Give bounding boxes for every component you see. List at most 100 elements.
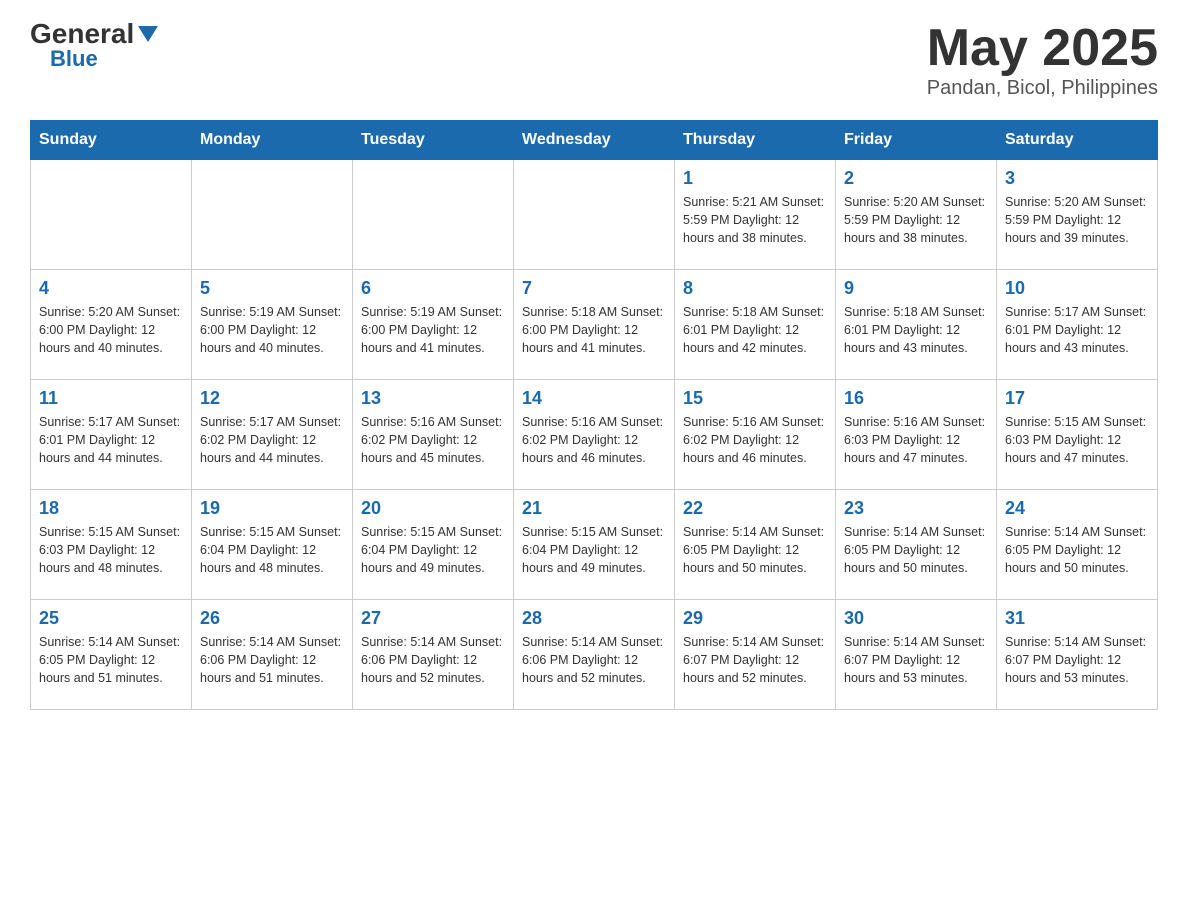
calendar-cell xyxy=(192,160,353,270)
day-info: Sunrise: 5:18 AM Sunset: 6:01 PM Dayligh… xyxy=(844,303,988,357)
day-info: Sunrise: 5:18 AM Sunset: 6:01 PM Dayligh… xyxy=(683,303,827,357)
day-number: 13 xyxy=(361,388,505,409)
day-number: 25 xyxy=(39,608,183,629)
day-info: Sunrise: 5:16 AM Sunset: 6:02 PM Dayligh… xyxy=(522,413,666,467)
calendar-table: SundayMondayTuesdayWednesdayThursdayFrid… xyxy=(30,120,1158,710)
calendar-cell: 20 Sunrise: 5:15 AM Sunset: 6:04 PM Dayli… xyxy=(353,490,514,600)
calendar-cell xyxy=(31,160,192,270)
day-number: 31 xyxy=(1005,608,1149,629)
day-number: 8 xyxy=(683,278,827,299)
calendar-cell: 23 Sunrise: 5:14 AM Sunset: 6:05 PM Dayli… xyxy=(836,490,997,600)
calendar-cell: 28Sunrise: 5:14 AM Sunset: 6:06 PM Dayli… xyxy=(514,600,675,710)
calendar-cell: 21Sunrise: 5:15 AM Sunset: 6:04 PM Dayli… xyxy=(514,490,675,600)
calendar-cell: 9 Sunrise: 5:18 AM Sunset: 6:01 PM Daylig… xyxy=(836,270,997,380)
calendar-cell: 13 Sunrise: 5:16 AM Sunset: 6:02 PM Dayli… xyxy=(353,380,514,490)
day-number: 22 xyxy=(683,498,827,519)
calendar-cell: 12 Sunrise: 5:17 AM Sunset: 6:02 PM Dayli… xyxy=(192,380,353,490)
day-number: 16 xyxy=(844,388,988,409)
day-info: Sunrise: 5:14 AM Sunset: 6:07 PM Dayligh… xyxy=(683,633,827,687)
day-number: 11 xyxy=(39,388,183,409)
day-info: Sunrise: 5:14 AM Sunset: 6:05 PM Dayligh… xyxy=(844,523,988,577)
day-number: 21 xyxy=(522,498,666,519)
calendar-week-row: 18 Sunrise: 5:15 AM Sunset: 6:03 PM Dayli… xyxy=(31,490,1158,600)
day-number: 19 xyxy=(200,498,344,519)
day-number: 3 xyxy=(1005,168,1149,189)
day-info: Sunrise: 5:20 AM Sunset: 6:00 PM Dayligh… xyxy=(39,303,183,357)
calendar-cell: 18 Sunrise: 5:15 AM Sunset: 6:03 PM Dayli… xyxy=(31,490,192,600)
day-info: Sunrise: 5:18 AM Sunset: 6:00 PM Dayligh… xyxy=(522,303,666,357)
logo-triangle-icon xyxy=(138,26,158,42)
day-info: Sunrise: 5:14 AM Sunset: 6:07 PM Dayligh… xyxy=(844,633,988,687)
day-number: 14 xyxy=(522,388,666,409)
day-info: Sunrise: 5:15 AM Sunset: 6:04 PM Dayligh… xyxy=(361,523,505,577)
logo: General Blue xyxy=(30,20,158,70)
calendar-cell: 16Sunrise: 5:16 AM Sunset: 6:03 PM Dayli… xyxy=(836,380,997,490)
day-number: 7 xyxy=(522,278,666,299)
day-of-week-header: Thursday xyxy=(675,121,836,160)
calendar-cell: 3Sunrise: 5:20 AM Sunset: 5:59 PM Daylig… xyxy=(997,160,1158,270)
day-number: 5 xyxy=(200,278,344,299)
day-number: 23 xyxy=(844,498,988,519)
day-info: Sunrise: 5:17 AM Sunset: 6:01 PM Dayligh… xyxy=(1005,303,1149,357)
day-number: 12 xyxy=(200,388,344,409)
calendar-cell: 29Sunrise: 5:14 AM Sunset: 6:07 PM Dayli… xyxy=(675,600,836,710)
calendar-cell: 26 Sunrise: 5:14 AM Sunset: 6:06 PM Dayli… xyxy=(192,600,353,710)
day-info: Sunrise: 5:14 AM Sunset: 6:06 PM Dayligh… xyxy=(361,633,505,687)
calendar-cell: 7 Sunrise: 5:18 AM Sunset: 6:00 PM Daylig… xyxy=(514,270,675,380)
day-number: 17 xyxy=(1005,388,1149,409)
calendar-week-row: 4Sunrise: 5:20 AM Sunset: 6:00 PM Daylig… xyxy=(31,270,1158,380)
day-info: Sunrise: 5:15 AM Sunset: 6:04 PM Dayligh… xyxy=(200,523,344,577)
day-info: Sunrise: 5:19 AM Sunset: 6:00 PM Dayligh… xyxy=(361,303,505,357)
calendar-cell: 5 Sunrise: 5:19 AM Sunset: 6:00 PM Daylig… xyxy=(192,270,353,380)
calendar-cell: 30 Sunrise: 5:14 AM Sunset: 6:07 PM Dayli… xyxy=(836,600,997,710)
calendar-cell: 17 Sunrise: 5:15 AM Sunset: 6:03 PM Dayli… xyxy=(997,380,1158,490)
day-number: 1 xyxy=(683,168,827,189)
day-number: 18 xyxy=(39,498,183,519)
calendar-cell: 4Sunrise: 5:20 AM Sunset: 6:00 PM Daylig… xyxy=(31,270,192,380)
day-info: Sunrise: 5:14 AM Sunset: 6:05 PM Dayligh… xyxy=(683,523,827,577)
day-info: Sunrise: 5:14 AM Sunset: 6:06 PM Dayligh… xyxy=(522,633,666,687)
calendar-cell: 1 Sunrise: 5:21 AM Sunset: 5:59 PM Daylig… xyxy=(675,160,836,270)
calendar-cell: 2 Sunrise: 5:20 AM Sunset: 5:59 PM Daylig… xyxy=(836,160,997,270)
calendar-header-row: SundayMondayTuesdayWednesdayThursdayFrid… xyxy=(31,121,1158,160)
day-of-week-header: Tuesday xyxy=(353,121,514,160)
calendar-cell xyxy=(353,160,514,270)
day-info: Sunrise: 5:20 AM Sunset: 5:59 PM Dayligh… xyxy=(844,193,988,247)
day-info: Sunrise: 5:16 AM Sunset: 6:02 PM Dayligh… xyxy=(361,413,505,467)
day-number: 30 xyxy=(844,608,988,629)
day-number: 9 xyxy=(844,278,988,299)
calendar-cell xyxy=(514,160,675,270)
calendar-cell: 15Sunrise: 5:16 AM Sunset: 6:02 PM Dayli… xyxy=(675,380,836,490)
day-info: Sunrise: 5:15 AM Sunset: 6:03 PM Dayligh… xyxy=(1005,413,1149,467)
page-header: General Blue May 2025 Pandan, Bicol, Phi… xyxy=(30,20,1158,100)
calendar-cell: 8 Sunrise: 5:18 AM Sunset: 6:01 PM Daylig… xyxy=(675,270,836,380)
day-number: 20 xyxy=(361,498,505,519)
calendar-cell: 27Sunrise: 5:14 AM Sunset: 6:06 PM Dayli… xyxy=(353,600,514,710)
day-of-week-header: Monday xyxy=(192,121,353,160)
day-info: Sunrise: 5:14 AM Sunset: 6:06 PM Dayligh… xyxy=(200,633,344,687)
calendar-week-row: 11 Sunrise: 5:17 AM Sunset: 6:01 PM Dayli… xyxy=(31,380,1158,490)
title-block: May 2025 Pandan, Bicol, Philippines xyxy=(927,20,1158,100)
calendar-week-row: 1 Sunrise: 5:21 AM Sunset: 5:59 PM Daylig… xyxy=(31,160,1158,270)
day-info: Sunrise: 5:14 AM Sunset: 6:05 PM Dayligh… xyxy=(1005,523,1149,577)
day-number: 2 xyxy=(844,168,988,189)
day-of-week-header: Sunday xyxy=(31,121,192,160)
day-info: Sunrise: 5:15 AM Sunset: 6:03 PM Dayligh… xyxy=(39,523,183,577)
calendar-cell: 25Sunrise: 5:14 AM Sunset: 6:05 PM Dayli… xyxy=(31,600,192,710)
day-info: Sunrise: 5:21 AM Sunset: 5:59 PM Dayligh… xyxy=(683,193,827,247)
day-number: 24 xyxy=(1005,498,1149,519)
day-info: Sunrise: 5:14 AM Sunset: 6:07 PM Dayligh… xyxy=(1005,633,1149,687)
day-info: Sunrise: 5:19 AM Sunset: 6:00 PM Dayligh… xyxy=(200,303,344,357)
location-subtitle: Pandan, Bicol, Philippines xyxy=(927,77,1158,100)
logo-blue-text: Blue xyxy=(50,48,98,70)
day-info: Sunrise: 5:17 AM Sunset: 6:01 PM Dayligh… xyxy=(39,413,183,467)
day-info: Sunrise: 5:16 AM Sunset: 6:02 PM Dayligh… xyxy=(683,413,827,467)
calendar-cell: 11 Sunrise: 5:17 AM Sunset: 6:01 PM Dayli… xyxy=(31,380,192,490)
calendar-cell: 24 Sunrise: 5:14 AM Sunset: 6:05 PM Dayli… xyxy=(997,490,1158,600)
day-number: 26 xyxy=(200,608,344,629)
month-year-title: May 2025 xyxy=(927,20,1158,77)
day-info: Sunrise: 5:17 AM Sunset: 6:02 PM Dayligh… xyxy=(200,413,344,467)
calendar-cell: 19 Sunrise: 5:15 AM Sunset: 6:04 PM Dayli… xyxy=(192,490,353,600)
logo-general-text: General xyxy=(30,20,134,48)
day-of-week-header: Saturday xyxy=(997,121,1158,160)
